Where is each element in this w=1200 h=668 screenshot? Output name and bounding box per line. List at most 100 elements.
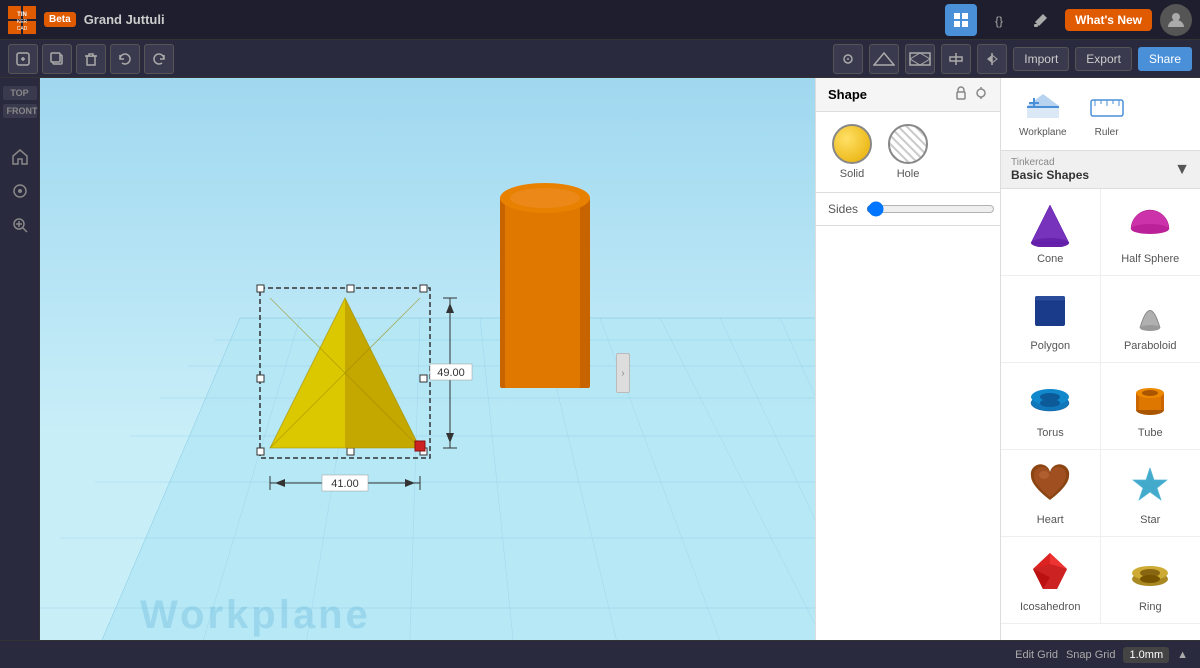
align-button[interactable]: [941, 44, 971, 74]
shapes-dropdown-button[interactable]: ▼: [1174, 161, 1190, 179]
shape-item-tube[interactable]: Tube: [1101, 363, 1200, 450]
tools-button[interactable]: [1025, 4, 1057, 36]
ruler-tool[interactable]: Ruler: [1079, 86, 1135, 142]
half-sphere-label: Half Sphere: [1121, 253, 1179, 265]
cone-icon: [1025, 199, 1075, 249]
half-sphere-icon: [1125, 199, 1175, 249]
top-view-button[interactable]: [869, 44, 899, 74]
heart-label: Heart: [1037, 514, 1064, 526]
shape-item-star[interactable]: Star: [1101, 450, 1200, 537]
camera-view-button[interactable]: [833, 44, 863, 74]
user-account-button[interactable]: [1160, 4, 1192, 36]
shape-light-button[interactable]: [974, 86, 988, 103]
top-view-label[interactable]: TOP: [3, 86, 37, 100]
edit-grid-button[interactable]: Edit Grid: [1015, 649, 1058, 661]
ring-label: Ring: [1139, 601, 1162, 613]
shapes-grid: Cone Half Sphere: [1001, 189, 1200, 624]
toolbar-right: Import Export Share: [833, 44, 1192, 74]
export-button[interactable]: Export: [1075, 47, 1132, 71]
solid-label: Solid: [840, 168, 864, 180]
shape-panel-header: Shape: [816, 78, 1000, 112]
star-label: Star: [1140, 514, 1160, 526]
fit-all-icon[interactable]: [5, 176, 35, 206]
svg-text:TIN: TIN: [17, 12, 27, 18]
shapes-library-subheader: Tinkercad Basic Shapes ▼: [1001, 151, 1200, 189]
duplicate-button[interactable]: [42, 44, 72, 74]
import-button[interactable]: Import: [1013, 47, 1069, 71]
beta-badge: Beta: [44, 12, 76, 27]
front-view-button[interactable]: [905, 44, 935, 74]
polygon-icon: [1025, 286, 1075, 336]
shape-panel-title: Shape: [828, 87, 867, 102]
tinkercad-logo: TIN KER CAD: [8, 6, 36, 34]
sides-slider[interactable]: [866, 201, 995, 217]
whats-new-button[interactable]: What's New: [1065, 9, 1152, 31]
workplane-ruler-tools: Workplane: [1011, 86, 1135, 142]
shape-item-icosahedron[interactable]: Icosahedron: [1001, 537, 1101, 624]
shape-item-ring[interactable]: Ring: [1101, 537, 1200, 624]
heart-icon: [1025, 460, 1075, 510]
left-panel: TOP FRONT: [0, 78, 40, 668]
shape-item-torus[interactable]: Torus: [1001, 363, 1101, 450]
mirror-button[interactable]: [977, 44, 1007, 74]
solid-option[interactable]: Solid: [832, 124, 872, 180]
undo-button[interactable]: [110, 44, 140, 74]
snap-grid-arrow[interactable]: ▲: [1177, 649, 1188, 661]
svg-text:49.00: 49.00: [437, 367, 465, 379]
svg-text:CAD: CAD: [17, 26, 28, 32]
tinkercad-source-label: Tinkercad: [1011, 157, 1089, 168]
share-button[interactable]: Share: [1138, 47, 1192, 71]
torus-label: Torus: [1037, 427, 1064, 439]
shape-item-paraboloid[interactable]: Paraboloid: [1101, 276, 1200, 363]
snap-grid-label: Snap Grid: [1066, 649, 1116, 661]
new-shape-button[interactable]: [8, 44, 38, 74]
ruler-tool-label: Ruler: [1095, 127, 1119, 138]
toolbar: Import Export Share: [0, 40, 1200, 78]
hole-label: Hole: [897, 168, 920, 180]
solid-circle-icon: [832, 124, 872, 164]
redo-button[interactable]: [144, 44, 174, 74]
ring-icon: [1125, 547, 1175, 597]
tube-label: Tube: [1138, 427, 1163, 439]
paraboloid-icon: [1125, 286, 1175, 336]
shape-item-half-sphere[interactable]: Half Sphere: [1101, 189, 1200, 276]
svg-text:41.00: 41.00: [331, 478, 359, 490]
front-view-label[interactable]: FRONT: [3, 104, 37, 118]
snap-grid-value: 1.0mm: [1123, 647, 1169, 663]
topbar-right: {} What's New: [945, 4, 1192, 36]
workplane-tool[interactable]: Workplane: [1011, 86, 1075, 142]
basic-shapes-title: Basic Shapes: [1011, 168, 1089, 182]
shapes-library-header: Workplane: [1001, 78, 1200, 151]
shape-lock-button[interactable]: [954, 86, 968, 103]
icosahedron-icon: [1025, 547, 1075, 597]
zoom-icon[interactable]: [5, 210, 35, 240]
topbar: TIN KER CAD Beta Grand Juttuli {} What's…: [0, 0, 1200, 40]
code-view-button[interactable]: {}: [985, 4, 1017, 36]
hole-circle-icon: [888, 124, 928, 164]
panel-collapse-handle[interactable]: ›: [616, 353, 630, 393]
sides-label: Sides: [828, 202, 858, 216]
delete-button[interactable]: [76, 44, 106, 74]
workplane-icon: [1023, 90, 1063, 125]
tube-icon: [1125, 373, 1175, 423]
star-icon: [1125, 460, 1175, 510]
shape-item-heart[interactable]: Heart: [1001, 450, 1101, 537]
viewport[interactable]: 41.00 49.00 Workplane ›: [40, 78, 815, 668]
shape-item-polygon[interactable]: Polygon: [1001, 276, 1101, 363]
shape-type-row: Solid Hole: [816, 112, 1000, 193]
icosahedron-label: Icosahedron: [1020, 601, 1081, 613]
svg-text:{}: {}: [995, 14, 1003, 28]
grid-view-button[interactable]: [945, 4, 977, 36]
shape-item-cone[interactable]: Cone: [1001, 189, 1101, 276]
paraboloid-label: Paraboloid: [1124, 340, 1177, 352]
shape-properties-panel: Shape Solid Hole Sides 4: [815, 78, 1000, 668]
sides-row: Sides 4: [816, 193, 1000, 226]
polygon-label: Polygon: [1030, 340, 1070, 352]
project-title: Grand Juttuli: [84, 12, 165, 27]
cone-label: Cone: [1037, 253, 1063, 265]
workplane-tool-label: Workplane: [1019, 127, 1067, 138]
home-view-icon[interactable]: [5, 142, 35, 172]
hole-option[interactable]: Hole: [888, 124, 928, 180]
svg-text:KER: KER: [17, 19, 28, 25]
shapes-library-content: Cone Half Sphere: [1001, 189, 1200, 668]
